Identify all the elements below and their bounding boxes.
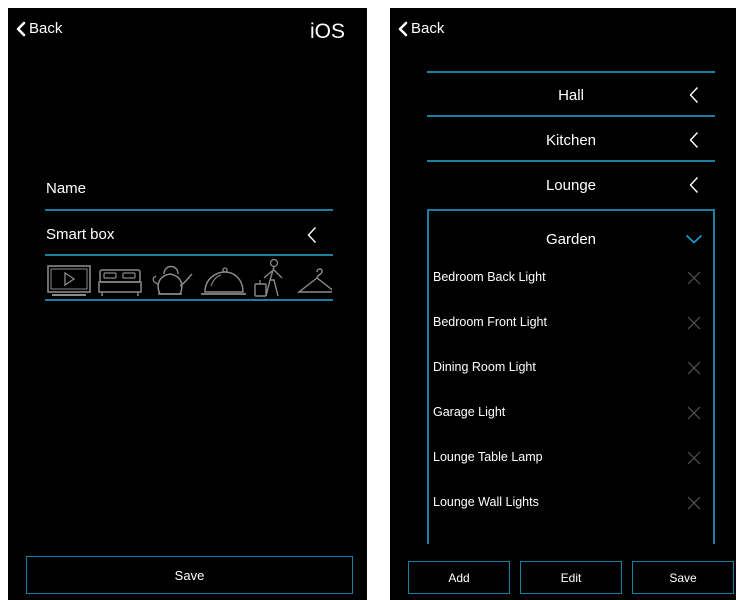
hanger-icon[interactable] bbox=[297, 264, 332, 298]
divider bbox=[427, 115, 715, 117]
room-label: Kitchen bbox=[545, 132, 597, 149]
chevron-left-icon bbox=[689, 177, 699, 193]
back-chevron-icon bbox=[398, 21, 408, 36]
divider bbox=[45, 209, 333, 211]
device-label: Lounge Table Lamp bbox=[433, 450, 543, 464]
platform-label: iOS bbox=[309, 20, 345, 43]
device-label: Garage Light bbox=[433, 405, 506, 419]
remove-device-icon[interactable] bbox=[687, 316, 701, 330]
device-type-value: Smart box bbox=[46, 226, 115, 243]
device-label: Lounge Wall Lights bbox=[433, 495, 539, 509]
device-row[interactable]: Bedroom Front Light bbox=[433, 313, 705, 335]
divider bbox=[45, 254, 333, 256]
device-row[interactable]: Dining Room Light bbox=[433, 358, 705, 380]
chevron-left-icon bbox=[689, 132, 699, 148]
remove-device-icon[interactable] bbox=[687, 406, 701, 420]
room-row-kitchen[interactable]: Kitchen bbox=[427, 118, 715, 162]
cloche-icon[interactable] bbox=[199, 264, 247, 298]
back-button[interactable]: Back bbox=[16, 20, 62, 37]
name-label: Name bbox=[46, 180, 87, 197]
device-row[interactable]: Bedroom Back Light bbox=[433, 268, 705, 290]
device-row[interactable]: Lounge Table Lamp bbox=[433, 448, 705, 470]
chevron-left-icon bbox=[307, 227, 317, 243]
back-label: Back bbox=[29, 20, 63, 37]
device-row[interactable]: Garage Light bbox=[433, 403, 705, 425]
edit-button[interactable]: Edit bbox=[520, 561, 622, 594]
icon-picker[interactable] bbox=[46, 258, 332, 298]
remove-device-icon[interactable] bbox=[687, 271, 701, 285]
room-row-lounge[interactable]: Lounge bbox=[427, 163, 715, 207]
save-button[interactable]: Save bbox=[26, 556, 353, 594]
device-label: Bedroom Front Light bbox=[433, 315, 547, 329]
bed-icon[interactable] bbox=[97, 264, 143, 298]
room-row-garden[interactable]: Garden bbox=[429, 231, 713, 255]
tv-icon[interactable] bbox=[46, 264, 92, 298]
remove-device-icon[interactable] bbox=[687, 361, 701, 375]
garden-expanded-panel: Garden Bedroom Back Light Bedroom Front … bbox=[427, 209, 715, 544]
save-button[interactable]: Save bbox=[632, 561, 734, 594]
room-label: Garden bbox=[545, 231, 597, 248]
back-button[interactable]: Back bbox=[398, 20, 444, 37]
add-button[interactable]: Add bbox=[408, 561, 510, 594]
device-type-row[interactable]: Smart box bbox=[45, 214, 333, 254]
room-row-hall[interactable]: Hall bbox=[427, 73, 715, 117]
left-screen: Back iOS Name Smart box Save bbox=[8, 8, 367, 600]
remove-device-icon[interactable] bbox=[687, 451, 701, 465]
back-chevron-icon bbox=[16, 21, 26, 36]
remove-device-icon[interactable] bbox=[687, 496, 701, 510]
chevron-left-icon bbox=[689, 87, 699, 103]
device-row[interactable]: Lounge Wall Lights bbox=[433, 493, 705, 515]
back-label: Back bbox=[411, 20, 445, 37]
divider bbox=[427, 160, 715, 162]
kettle-icon[interactable] bbox=[148, 260, 194, 298]
device-label: Bedroom Back Light bbox=[433, 270, 546, 284]
room-label: Lounge bbox=[545, 177, 597, 194]
divider bbox=[45, 299, 333, 301]
chevron-down-icon bbox=[685, 234, 703, 244]
device-label: Dining Room Light bbox=[433, 360, 536, 374]
traveler-icon[interactable] bbox=[252, 258, 292, 298]
room-label: Hall bbox=[558, 87, 584, 104]
right-screen: Back Hall Kitchen Lounge Garden Bedroom … bbox=[390, 8, 736, 600]
